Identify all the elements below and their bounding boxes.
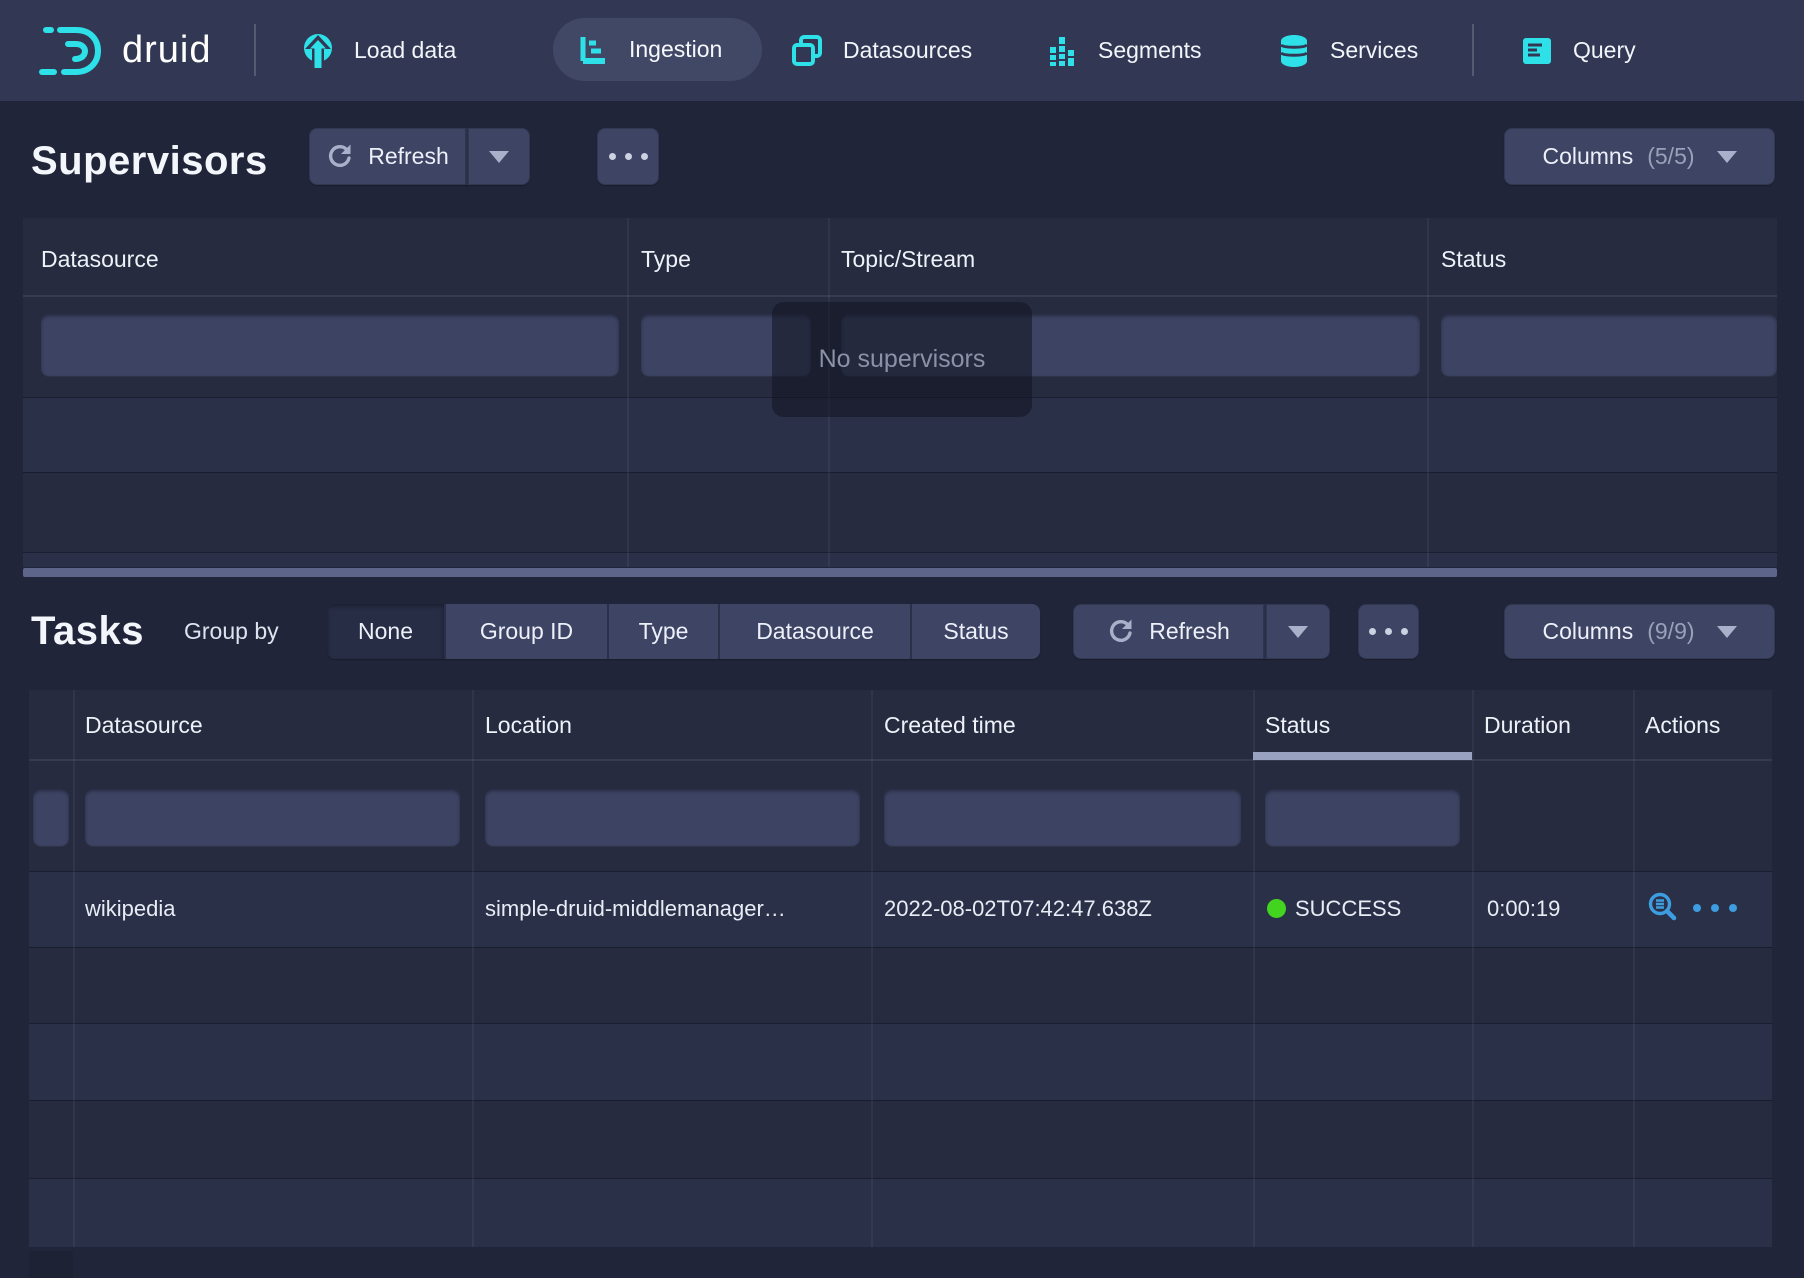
- column-header-created-time[interactable]: Created time: [884, 712, 1016, 739]
- tasks-refresh-button[interactable]: Refresh: [1073, 604, 1264, 659]
- druid-logo-icon: [38, 24, 114, 78]
- nav-item-label: Query: [1573, 37, 1636, 64]
- group-by-option-type[interactable]: Type: [609, 604, 720, 659]
- group-by-option-status[interactable]: Status: [912, 604, 1040, 659]
- empty-message: No supervisors: [819, 345, 986, 374]
- top-navbar: druid Load data Ingestion: [0, 0, 1804, 101]
- supervisors-refresh-menu-button[interactable]: [466, 128, 530, 185]
- more-icon: [1369, 628, 1408, 635]
- group-by-label: Group by: [184, 618, 279, 645]
- refresh-label: Refresh: [368, 143, 449, 170]
- nav-item-ingestion[interactable]: Ingestion: [553, 18, 762, 81]
- chevron-down-icon: [1717, 626, 1737, 638]
- nav-item-load-data[interactable]: Load data: [300, 0, 456, 101]
- query-icon: [1519, 33, 1555, 69]
- nav-item-label: Load data: [354, 37, 456, 64]
- column-header-status[interactable]: Status: [1441, 246, 1506, 273]
- task-actions-menu-icon[interactable]: [1693, 904, 1737, 912]
- column-header-topic-stream[interactable]: Topic/Stream: [841, 246, 975, 273]
- column-header-location[interactable]: Location: [485, 712, 572, 739]
- nav-item-services[interactable]: Services: [1276, 0, 1418, 101]
- services-icon: [1276, 33, 1312, 69]
- group-by-option-group-id[interactable]: Group ID: [446, 604, 609, 659]
- status-filter-input[interactable]: [1441, 314, 1777, 376]
- created-time-filter-input[interactable]: [884, 789, 1241, 846]
- druid-console: druid Load data Ingestion: [0, 0, 1804, 1278]
- table-row: [29, 1178, 1772, 1247]
- cell-status[interactable]: SUCCESS: [1295, 896, 1465, 922]
- group-by-option-none[interactable]: None: [327, 604, 446, 659]
- column-header-status[interactable]: Status: [1265, 712, 1330, 739]
- navbar-divider: [254, 24, 256, 76]
- segments-icon: [1044, 33, 1080, 69]
- tasks-columns-button[interactable]: Columns (9/9): [1504, 604, 1775, 659]
- columns-count: (9/9): [1647, 618, 1694, 645]
- brand-wordmark: druid: [122, 29, 212, 72]
- upload-icon: [300, 32, 336, 70]
- cell-created-time[interactable]: 2022-08-02T07:42:47.638Z: [884, 896, 1244, 922]
- tasks-table: Datasource Location Created time Status …: [29, 690, 1772, 1247]
- columns-label: Columns: [1542, 143, 1633, 170]
- supervisors-columns-button[interactable]: Columns (5/5): [1504, 128, 1775, 185]
- task-details-magnifier-icon[interactable]: [1647, 892, 1679, 924]
- column-header-actions[interactable]: Actions: [1645, 712, 1720, 739]
- status-sort-indicator: [1253, 752, 1472, 760]
- cell-duration[interactable]: 0:00:19: [1487, 896, 1627, 922]
- table-row: [29, 1251, 73, 1278]
- navbar-divider: [1472, 24, 1474, 76]
- nav-item-datasources[interactable]: Datasources: [789, 0, 972, 101]
- nav-item-label: Ingestion: [629, 36, 722, 63]
- supervisors-table: Datasource Type Topic/Stream Status No s…: [23, 218, 1777, 567]
- column-header-datasource[interactable]: Datasource: [41, 246, 159, 273]
- column-header-duration[interactable]: Duration: [1484, 712, 1571, 739]
- group-by-segmented-control: None Group ID Type Datasource Status: [327, 604, 1040, 659]
- columns-count: (5/5): [1647, 143, 1694, 170]
- nav-item-label: Datasources: [843, 37, 972, 64]
- datasource-filter-input[interactable]: [85, 789, 460, 846]
- column-header-type[interactable]: Type: [641, 246, 691, 273]
- cell-location[interactable]: simple-druid-middlemanager…: [485, 896, 855, 922]
- nav-item-segments[interactable]: Segments: [1044, 0, 1202, 101]
- supervisors-title: Supervisors: [31, 139, 268, 184]
- location-filter-input[interactable]: [485, 789, 860, 846]
- refresh-label: Refresh: [1149, 618, 1230, 645]
- columns-label: Columns: [1542, 618, 1633, 645]
- ingestion-icon: [575, 32, 611, 68]
- status-filter-input[interactable]: [1265, 789, 1460, 846]
- table-row: [29, 1023, 1772, 1100]
- tasks-refresh-menu-button[interactable]: [1264, 604, 1330, 659]
- datasources-icon: [789, 33, 825, 69]
- success-status-dot: [1267, 899, 1286, 918]
- more-icon: [609, 153, 648, 160]
- refresh-icon: [326, 143, 354, 171]
- refresh-icon: [1107, 618, 1135, 646]
- column-header-datasource[interactable]: Datasource: [85, 712, 203, 739]
- nav-item-query[interactable]: Query: [1519, 0, 1636, 101]
- nav-item-label: Services: [1330, 37, 1418, 64]
- no-supervisors-overlay: No supervisors: [772, 302, 1032, 417]
- supervisors-refresh-button[interactable]: Refresh: [309, 128, 466, 185]
- supervisors-more-button[interactable]: [597, 128, 659, 185]
- narrow-filter-input[interactable]: [33, 789, 69, 846]
- horizontal-scrollbar[interactable]: [23, 568, 1777, 577]
- chevron-down-icon: [1717, 151, 1737, 163]
- nav-item-label: Segments: [1098, 37, 1202, 64]
- table-row: [23, 552, 1777, 567]
- group-by-option-datasource[interactable]: Datasource: [720, 604, 912, 659]
- tasks-more-button[interactable]: [1358, 604, 1419, 659]
- chevron-down-icon: [1288, 626, 1308, 638]
- cell-datasource[interactable]: wikipedia: [85, 896, 455, 922]
- chevron-down-icon: [489, 151, 509, 163]
- tasks-title: Tasks: [31, 609, 144, 654]
- datasource-filter-input[interactable]: [41, 314, 619, 376]
